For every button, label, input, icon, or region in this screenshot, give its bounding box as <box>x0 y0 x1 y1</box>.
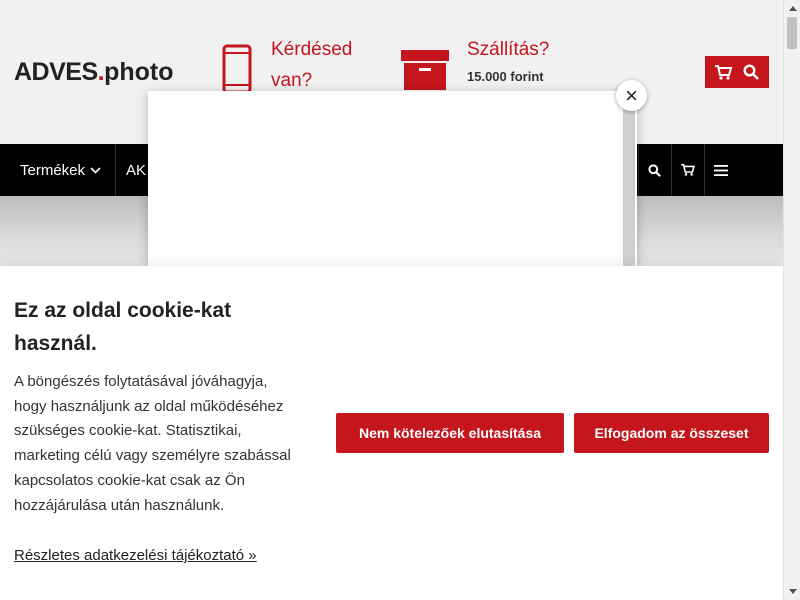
nav-search-button[interactable] <box>638 144 670 196</box>
accept-all-cookies-button[interactable]: Elfogadom az összeset <box>574 413 769 453</box>
search-icon[interactable] <box>743 64 759 80</box>
search-icon <box>648 163 661 177</box>
cart-icon[interactable] <box>715 64 733 80</box>
nav-menu-button[interactable] <box>704 144 736 196</box>
close-icon: × <box>625 82 638 108</box>
cart-icon <box>680 164 695 176</box>
popup-dialog <box>148 91 637 266</box>
logo-main: ADVES <box>14 58 98 86</box>
page-scrollbar[interactable] <box>783 0 800 600</box>
cookie-banner: Ez az oldal cookie-kat használ. A böngés… <box>0 266 783 600</box>
scroll-down-arrow[interactable] <box>784 583 800 600</box>
triangle-up-icon <box>788 6 797 11</box>
popup-scrollbar[interactable] <box>623 109 635 266</box>
chevron-down-icon <box>90 166 101 174</box>
site-logo[interactable]: ADVES.photo <box>14 57 174 87</box>
nav-item-products[interactable]: Termékek <box>0 144 116 196</box>
menu-icon <box>713 164 728 176</box>
cookie-description: A böngészés folytatásával jóváhagyja, ho… <box>14 373 291 514</box>
shipping-label[interactable]: Szállítás? <box>467 38 549 62</box>
shipping-threshold: 15.000 forint <box>467 69 544 84</box>
reject-optional-cookies-button[interactable]: Nem kötelezőek elutasítása <box>336 413 564 453</box>
logo-sub: photo <box>104 58 174 86</box>
header-cart-search-button[interactable] <box>705 56 769 88</box>
box-icon[interactable] <box>401 50 449 90</box>
nav-item-label: Termékek <box>20 161 86 179</box>
scroll-up-arrow[interactable] <box>784 0 800 17</box>
nav-cart-button[interactable] <box>671 144 703 196</box>
contact-label[interactable]: Kérdésed van? <box>271 34 371 96</box>
scroll-thumb[interactable] <box>787 17 797 49</box>
nav-item-akc[interactable]: AK <box>126 144 146 196</box>
phone-icon[interactable] <box>222 44 252 94</box>
cookie-title: Ez az oldal cookie-kat használ. <box>14 299 232 355</box>
privacy-policy-link[interactable]: Részletes adatkezelési tájékoztató » <box>14 547 257 564</box>
triangle-down-icon <box>788 589 797 594</box>
popup-close-button[interactable]: × <box>616 80 647 111</box>
